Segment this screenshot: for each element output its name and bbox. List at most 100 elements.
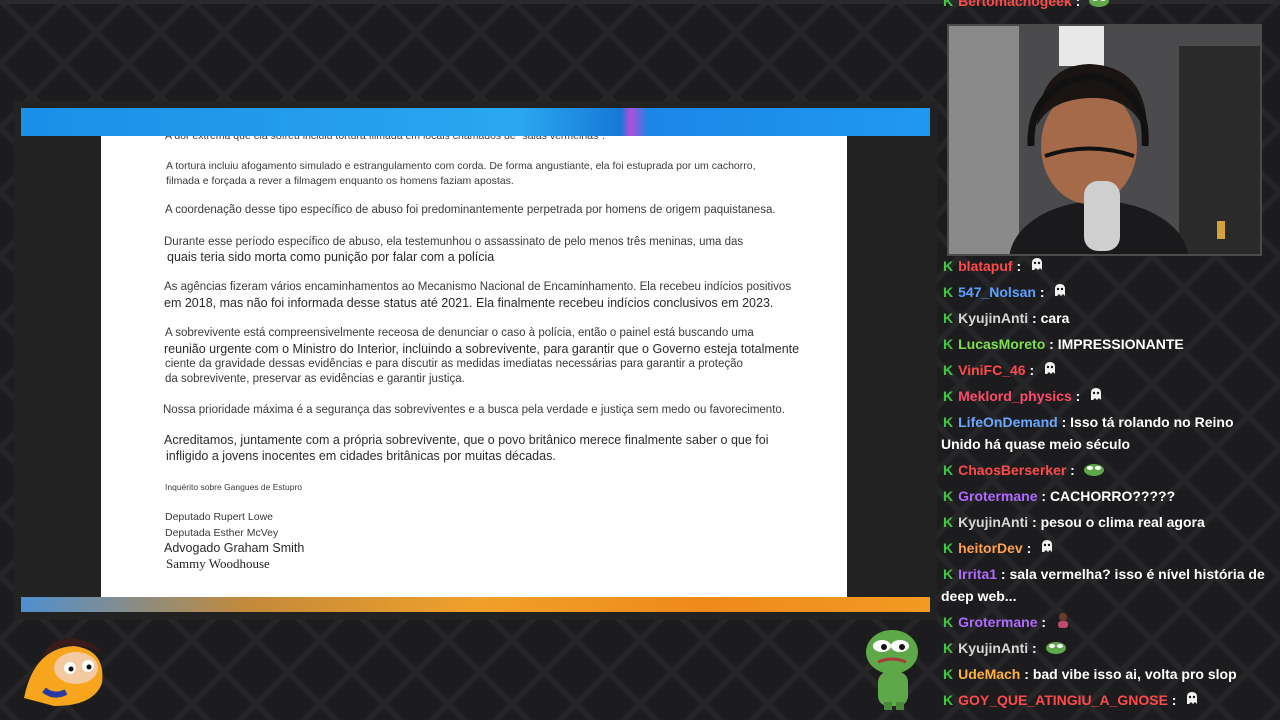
chat-username[interactable]: LifeOnDemand <box>958 414 1058 430</box>
chat-message: K ViniFC_46 : <box>941 359 1271 382</box>
document-line: Sammy Woodhouse <box>166 556 270 571</box>
ghost-emote-icon <box>1039 538 1055 560</box>
document-line: infligido a jovens inocentes em cidades … <box>166 449 556 463</box>
document-line: Durante esse período específico de abuso… <box>164 236 744 248</box>
chat-colon: : <box>1028 514 1041 530</box>
ghost-emote-icon <box>1184 690 1200 712</box>
document-line: As agências fizeram vários encaminhament… <box>164 281 792 293</box>
chat-message: K KyujinAnti : cara <box>941 307 1271 329</box>
person-emote-icon <box>1054 611 1072 635</box>
platform-k-icon: K <box>943 640 954 656</box>
chat-text: IMPRESSIONANTE <box>1057 336 1184 352</box>
platform-k-icon: K <box>943 258 954 274</box>
chat-message: K Grotermane : CACHORRO????? <box>941 485 1271 507</box>
ghost-emote-icon <box>1029 256 1045 278</box>
chat-colon: : <box>997 566 1010 582</box>
platform-k-icon: K <box>943 0 954 9</box>
chat-username[interactable]: Bertomachogeek <box>958 0 1072 9</box>
chat-colon: : <box>1066 462 1079 478</box>
chat-message: KheitorDev : <box>941 537 1271 560</box>
chat-colon: : <box>1012 258 1026 274</box>
chat-username[interactable]: 547_Nolsan <box>958 284 1036 300</box>
document-line: Deputado Rupert Lowe <box>165 511 273 523</box>
platform-k-icon: K <box>943 284 954 300</box>
ghost-emote-icon <box>1042 360 1058 382</box>
chat-message: K UdeMach : bad vibe isso ai, volta pro s… <box>941 663 1271 685</box>
platform-k-icon: K <box>943 388 954 404</box>
frog-emote-icon <box>1045 638 1067 660</box>
pepe-frog-icon <box>866 630 918 710</box>
chat-username[interactable]: heitorDev <box>958 540 1023 556</box>
platform-k-icon: K <box>943 488 954 504</box>
platform-k-icon: K <box>943 614 954 630</box>
screen-top-banner <box>21 108 930 136</box>
chat-colon: : <box>1071 388 1085 404</box>
chat-username[interactable]: ChaosBerserker <box>958 462 1066 478</box>
platform-k-icon: K <box>943 310 954 326</box>
ghost-emote-icon <box>1052 282 1068 304</box>
chat-colon: : <box>1057 414 1071 430</box>
ghost-emote-icon <box>1088 386 1104 408</box>
platform-k-icon: K <box>943 566 954 582</box>
platform-k-icon: K <box>943 362 954 378</box>
chat-colon: : <box>1020 666 1033 682</box>
platform-k-icon: K <box>943 666 954 682</box>
chat-message: K Meklord_physics : <box>941 385 1271 408</box>
chat-username[interactable]: Grotermane <box>958 488 1037 504</box>
chat-colon: : <box>1045 336 1058 352</box>
chat-username[interactable]: Meklord_physics <box>958 388 1072 404</box>
chat-username[interactable]: UdeMach <box>958 666 1020 682</box>
document-line: da sobrevivente, preservar as evidências… <box>165 373 465 385</box>
frog-emote-icon <box>1083 460 1105 482</box>
chat-username[interactable]: Grotermane <box>958 614 1037 630</box>
chat-message: K KyujinAnti : pesou o clima real agora <box>941 511 1271 533</box>
chat-username[interactable]: KyujinAnti <box>958 310 1028 326</box>
document-line: Advogado Graham Smith <box>164 541 305 555</box>
streamer-mascot-icon <box>24 638 103 706</box>
screen-bottom-banner <box>21 597 930 612</box>
chat-message: Kblatapuf : <box>941 255 1271 278</box>
chat-text: CACHORRO????? <box>1049 488 1176 504</box>
chat-message: K Irrita1 : sala vermelha? isso é nível h… <box>941 563 1271 607</box>
chat-username[interactable]: LucasMoreto <box>958 336 1045 352</box>
chat-colon: : <box>1071 0 1085 9</box>
chat-colon: : <box>1037 614 1050 630</box>
platform-k-icon: K <box>943 540 954 556</box>
chat-colon: : <box>1035 284 1049 300</box>
chat-text: bad vibe isso ai, volta pro slop <box>1032 666 1237 682</box>
chat-message: K KyujinAnti : <box>941 637 1271 660</box>
document-line: quais teria sido morta como punição por … <box>167 250 495 264</box>
chat-username[interactable]: KyujinAnti <box>958 514 1028 530</box>
chat-username[interactable]: KyujinAnti <box>958 640 1028 656</box>
document-line: ciente da gravidade dessas evidências e … <box>165 358 743 370</box>
chat-colon: : <box>1028 640 1041 656</box>
chat-username[interactable]: blatapuf <box>958 258 1012 274</box>
platform-k-icon: K <box>943 514 954 530</box>
document-line: A sobrevivente está compreensivelmente r… <box>165 327 754 339</box>
chat-message: K 547_Nolsan : <box>941 281 1271 304</box>
chat-text: cara <box>1040 310 1070 326</box>
document-line: A coordenação desse tipo específico de a… <box>165 204 776 216</box>
chat-colon: : <box>1028 310 1041 326</box>
chat-message: K Bertomachogeek : <box>941 0 1271 13</box>
chat-message: K GOY_QUE_ATINGIU_A_GNOSE : <box>941 689 1271 712</box>
platform-k-icon: K <box>943 692 954 708</box>
document-line: em 2018, mas não foi informada desse sta… <box>164 296 774 310</box>
document-line: filmada e forçada a rever a filmagem enq… <box>166 175 514 187</box>
platform-k-icon: K <box>943 462 954 478</box>
document-line: A dor extrema que ela sofreu incluiu tor… <box>165 136 605 142</box>
document-page: A dor extrema que ela sofreu incluiu tor… <box>101 136 847 597</box>
chat-username[interactable]: ViniFC_46 <box>958 362 1025 378</box>
platform-k-icon: K <box>943 336 954 352</box>
chat-username[interactable]: Irrita1 <box>958 566 997 582</box>
document-line: Deputada Esther McVey <box>165 527 279 539</box>
chat-message: K LucasMoreto : IMPRESSIONANTE <box>941 333 1271 355</box>
chat-colon: : <box>1022 540 1036 556</box>
frog-emote-icon <box>1088 0 1110 13</box>
document-line: Nossa prioridade máxima é a segurança da… <box>163 404 785 416</box>
chat-username[interactable]: GOY_QUE_ATINGIU_A_GNOSE <box>958 692 1168 708</box>
document-line: Inquérito sobre Gangues de Estupro <box>165 482 303 492</box>
chat-message: K Grotermane : <box>941 611 1271 635</box>
document-line: reunião urgente com o Ministro do Interi… <box>164 342 800 356</box>
chat-colon: : <box>1037 488 1050 504</box>
